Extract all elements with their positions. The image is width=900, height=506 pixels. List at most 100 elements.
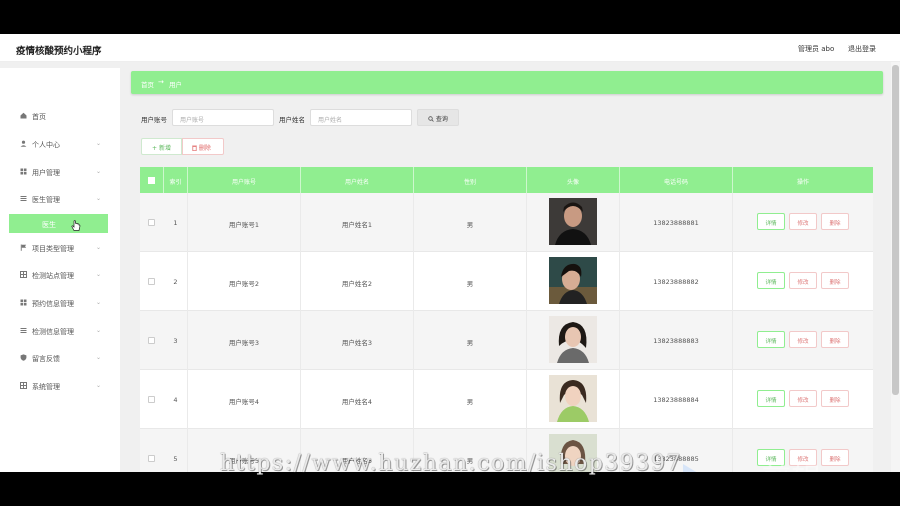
top-header: 疫情核酸预约小程序 管理员 abo 退出登录 — [0, 34, 900, 62]
scrollbar-thumb[interactable] — [892, 65, 899, 395]
delete-button[interactable]: 删除 — [821, 331, 849, 348]
chevron-down-icon: ⌄ — [96, 140, 102, 147]
detail-button[interactable]: 详情 — [757, 213, 785, 230]
name-search-label: 用户姓名 — [279, 116, 305, 124]
chevron-down-icon: ⌄ — [96, 195, 102, 202]
breadcrumb-current: 用户 — [169, 81, 182, 89]
sidebar-item-label: 首页 — [32, 113, 46, 121]
sidebar-item-label: 个人中心 — [32, 141, 60, 149]
row-checkbox[interactable] — [148, 455, 155, 462]
breadcrumb-separator: → — [158, 78, 164, 86]
chevron-down-icon: ⌄ — [96, 327, 102, 334]
cell-phone: 13823888881 — [620, 193, 733, 252]
sidebar-item-system[interactable]: 系统管理 ⌄ — [0, 376, 120, 396]
add-button-label: 新增 — [158, 145, 171, 152]
trash-icon — [192, 145, 199, 152]
cell-index: 2 — [164, 252, 188, 311]
app-window: 疫情核酸预约小程序 管理员 abo 退出登录 首页 个人中心 ⌄ 用户管理 ⌄ — [0, 34, 900, 472]
detail-button[interactable]: 详情 — [757, 272, 785, 289]
row-checkbox[interactable] — [148, 337, 155, 344]
sidebar: 首页 个人中心 ⌄ 用户管理 ⌄ 医生管理 ⌄ 医生 项目类型管理 ⌄ 检测站点… — [0, 68, 120, 472]
table-row: 4 用户账号4 用户姓名4 男 13823888884 详情 修改 删除 — [140, 370, 873, 429]
chevron-down-icon: ⌄ — [96, 244, 102, 251]
row-checkbox[interactable] — [148, 219, 155, 226]
account-search-label: 用户账号 — [141, 116, 167, 124]
edit-button[interactable]: 修改 — [789, 331, 817, 348]
sidebar-item-appointments[interactable]: 预约信息管理 ⌄ — [0, 293, 120, 313]
table-icon — [20, 382, 27, 389]
name-search-input[interactable]: 用户姓名 — [310, 109, 412, 126]
table-row: 1 用户账号1 用户姓名1 男 13823888881 详情 修改 删除 — [140, 193, 873, 252]
sidebar-subitem-doctor-active[interactable]: 医生 — [9, 214, 108, 233]
column-header: 操作 — [796, 179, 809, 186]
avatar — [549, 375, 597, 422]
sidebar-item-test-info[interactable]: 检测信息管理 ⌄ — [0, 321, 120, 341]
column-header: 电话号码 — [620, 167, 733, 193]
delete-button[interactable]: 删除 — [821, 390, 849, 407]
logout-link[interactable]: 退出登录 — [848, 44, 876, 54]
grid-icon — [20, 168, 27, 175]
select-all-checkbox[interactable] — [148, 177, 155, 184]
cell-name: 用户姓名4 — [301, 370, 414, 429]
grid-icon — [20, 299, 27, 306]
delete-button[interactable]: 删除 — [821, 272, 849, 289]
cell-account: 用户账号4 — [188, 370, 301, 429]
row-checkbox[interactable] — [148, 278, 155, 285]
column-header: 用户账号 — [188, 167, 301, 193]
cell-gender: 男 — [414, 193, 527, 252]
shield-icon — [20, 354, 27, 361]
sidebar-item-label: 预约信息管理 — [32, 300, 74, 308]
edit-button[interactable]: 修改 — [789, 272, 817, 289]
cell-name: 用户姓名3 — [301, 311, 414, 370]
cell-name: 用户姓名2 — [301, 252, 414, 311]
sidebar-subitem-label: 医生 — [42, 221, 56, 229]
add-button[interactable]: + 新增 — [141, 138, 182, 155]
list-icon — [20, 195, 27, 202]
detail-button[interactable]: 详情 — [757, 331, 785, 348]
watermark-url-text: https://www.huzhan.com/ishop39397 — [220, 451, 682, 476]
table-row: 2 用户账号2 用户姓名2 男 13823888882 详情 修改 删除 — [140, 252, 873, 311]
sidebar-item-doctors[interactable]: 医生管理 ⌄ — [0, 189, 120, 209]
avatar — [549, 316, 597, 363]
breadcrumb-home[interactable]: 首页 — [141, 79, 154, 89]
edit-button[interactable]: 修改 — [789, 213, 817, 230]
account-search-input[interactable]: 用户账号 — [172, 109, 274, 126]
detail-button[interactable]: 详情 — [757, 390, 785, 407]
sidebar-item-label: 留言反馈 — [32, 355, 60, 363]
watermark-logo-text: ev剪辑 — [725, 463, 821, 472]
video-watermark-logo: ev剪辑 — [683, 462, 883, 472]
edit-button[interactable]: 修改 — [789, 390, 817, 407]
bulk-delete-button[interactable]: 删除 — [182, 138, 224, 155]
row-checkbox[interactable] — [148, 396, 155, 403]
sidebar-item-feedback[interactable]: 留言反馈 ⌄ — [0, 348, 120, 368]
header-select-all — [140, 167, 164, 193]
chevron-down-icon: ⌄ — [96, 354, 102, 361]
column-header: 性别 — [414, 167, 527, 193]
delete-button[interactable]: 删除 — [821, 213, 849, 230]
sidebar-item-users[interactable]: 用户管理 ⌄ — [0, 162, 120, 182]
search-button-label: 查询 — [435, 116, 448, 123]
cell-account: 用户账号2 — [188, 252, 301, 311]
cell-phone: 13823888884 — [620, 370, 733, 429]
sidebar-item-test-sites[interactable]: 检测站点管理 ⌄ — [0, 265, 120, 285]
column-header: 头像 — [527, 167, 620, 193]
cell-index: 5 — [164, 429, 188, 472]
sidebar-item-label: 用户管理 — [32, 169, 60, 177]
table-icon — [20, 271, 27, 278]
cell-gender: 男 — [414, 252, 527, 311]
cell-account: 用户账号3 — [188, 311, 301, 370]
sidebar-item-label: 系统管理 — [32, 383, 60, 391]
sidebar-item-project-types[interactable]: 项目类型管理 ⌄ — [0, 238, 120, 258]
sidebar-item-personal[interactable]: 个人中心 ⌄ — [0, 134, 120, 154]
users-table: 索引 用户账号 用户姓名 性别 头像 电话号码 操作 1 用户账号1 用户姓名1… — [140, 167, 873, 472]
admin-user-label: 管理员 abo — [798, 45, 835, 53]
page-scrollbar[interactable] — [891, 62, 900, 472]
sidebar-item-label: 项目类型管理 — [32, 245, 74, 253]
cell-gender: 男 — [414, 311, 527, 370]
chevron-down-icon: ⌄ — [96, 299, 102, 306]
search-button[interactable]: 查询 — [417, 109, 459, 126]
cell-gender: 男 — [414, 370, 527, 429]
sidebar-item-home[interactable]: 首页 — [0, 106, 120, 126]
delete-button-label: 删除 — [198, 145, 211, 152]
avatar — [549, 198, 597, 245]
